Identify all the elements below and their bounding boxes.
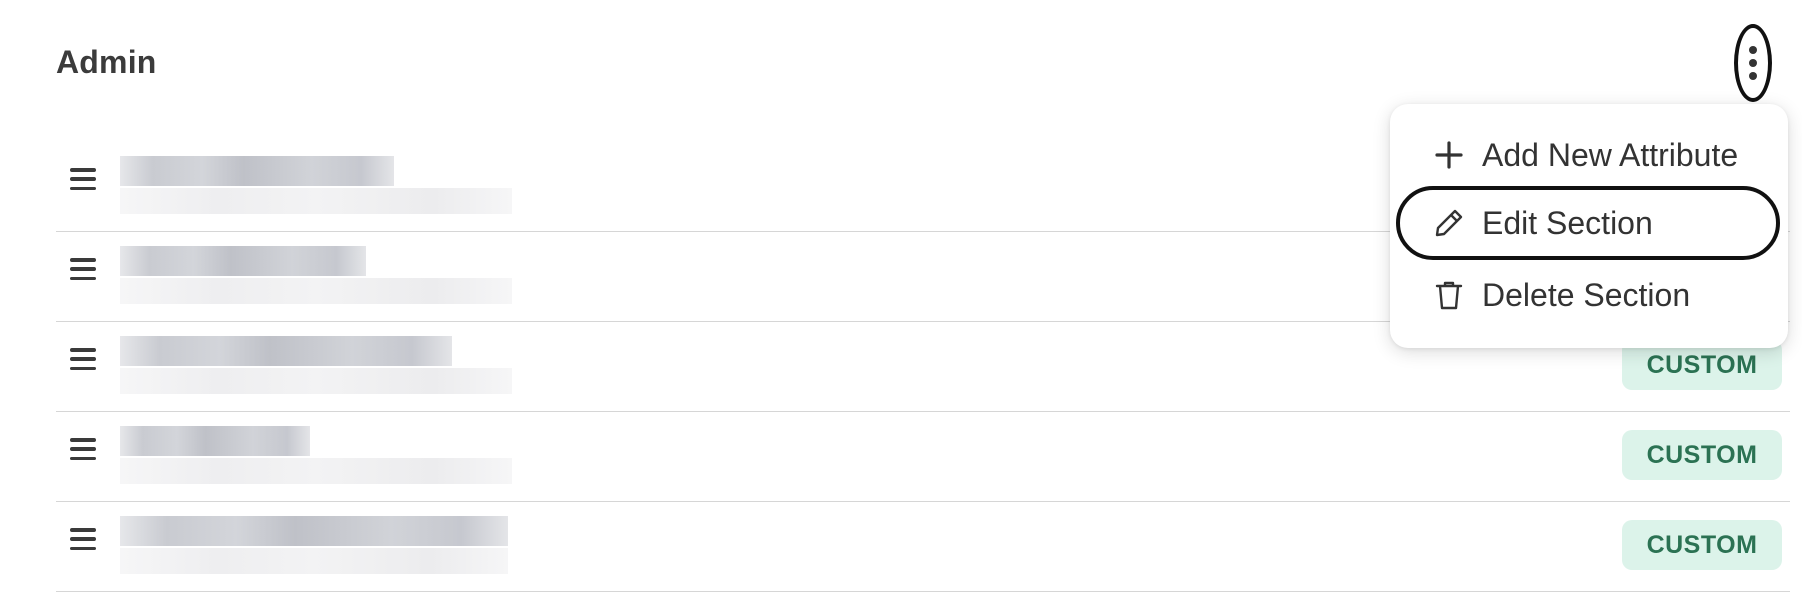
section-options-menu: Add New Attribute Edit Section Delete Se… — [1390, 104, 1788, 348]
menu-item-label: Edit Section — [1482, 204, 1653, 241]
drag-handle-icon[interactable] — [70, 348, 96, 370]
custom-badge: CUSTOM — [1622, 520, 1782, 570]
redacted-attribute-name — [120, 246, 512, 306]
delete-section-menu-item[interactable]: Delete Section — [1396, 258, 1780, 332]
drag-handle-icon[interactable] — [70, 528, 96, 550]
add-new-attribute-menu-item[interactable]: Add New Attribute — [1396, 118, 1780, 192]
plus-icon — [1432, 138, 1466, 172]
custom-badge: CUSTOM — [1622, 430, 1782, 480]
trash-icon — [1432, 278, 1466, 312]
redacted-attribute-name — [120, 336, 512, 396]
drag-handle-icon[interactable] — [70, 168, 96, 190]
kebab-dot-icon — [1749, 46, 1757, 54]
kebab-dot-icon — [1749, 59, 1757, 67]
drag-handle-icon[interactable] — [70, 258, 96, 280]
redacted-attribute-name — [120, 156, 512, 216]
attribute-row[interactable]: CUSTOM — [56, 412, 1790, 502]
more-options-button[interactable] — [1734, 24, 1772, 102]
redacted-attribute-name — [120, 516, 508, 576]
attribute-row[interactable]: CUSTOM — [56, 502, 1790, 592]
menu-item-label: Add New Attribute — [1482, 136, 1739, 173]
menu-item-label: Delete Section — [1482, 276, 1691, 313]
pencil-icon — [1432, 206, 1466, 240]
section-title: Admin — [56, 44, 157, 80]
redacted-attribute-name — [120, 426, 512, 486]
drag-handle-icon[interactable] — [70, 438, 96, 460]
kebab-dot-icon — [1749, 72, 1757, 80]
edit-section-menu-item[interactable]: Edit Section — [1396, 186, 1780, 260]
